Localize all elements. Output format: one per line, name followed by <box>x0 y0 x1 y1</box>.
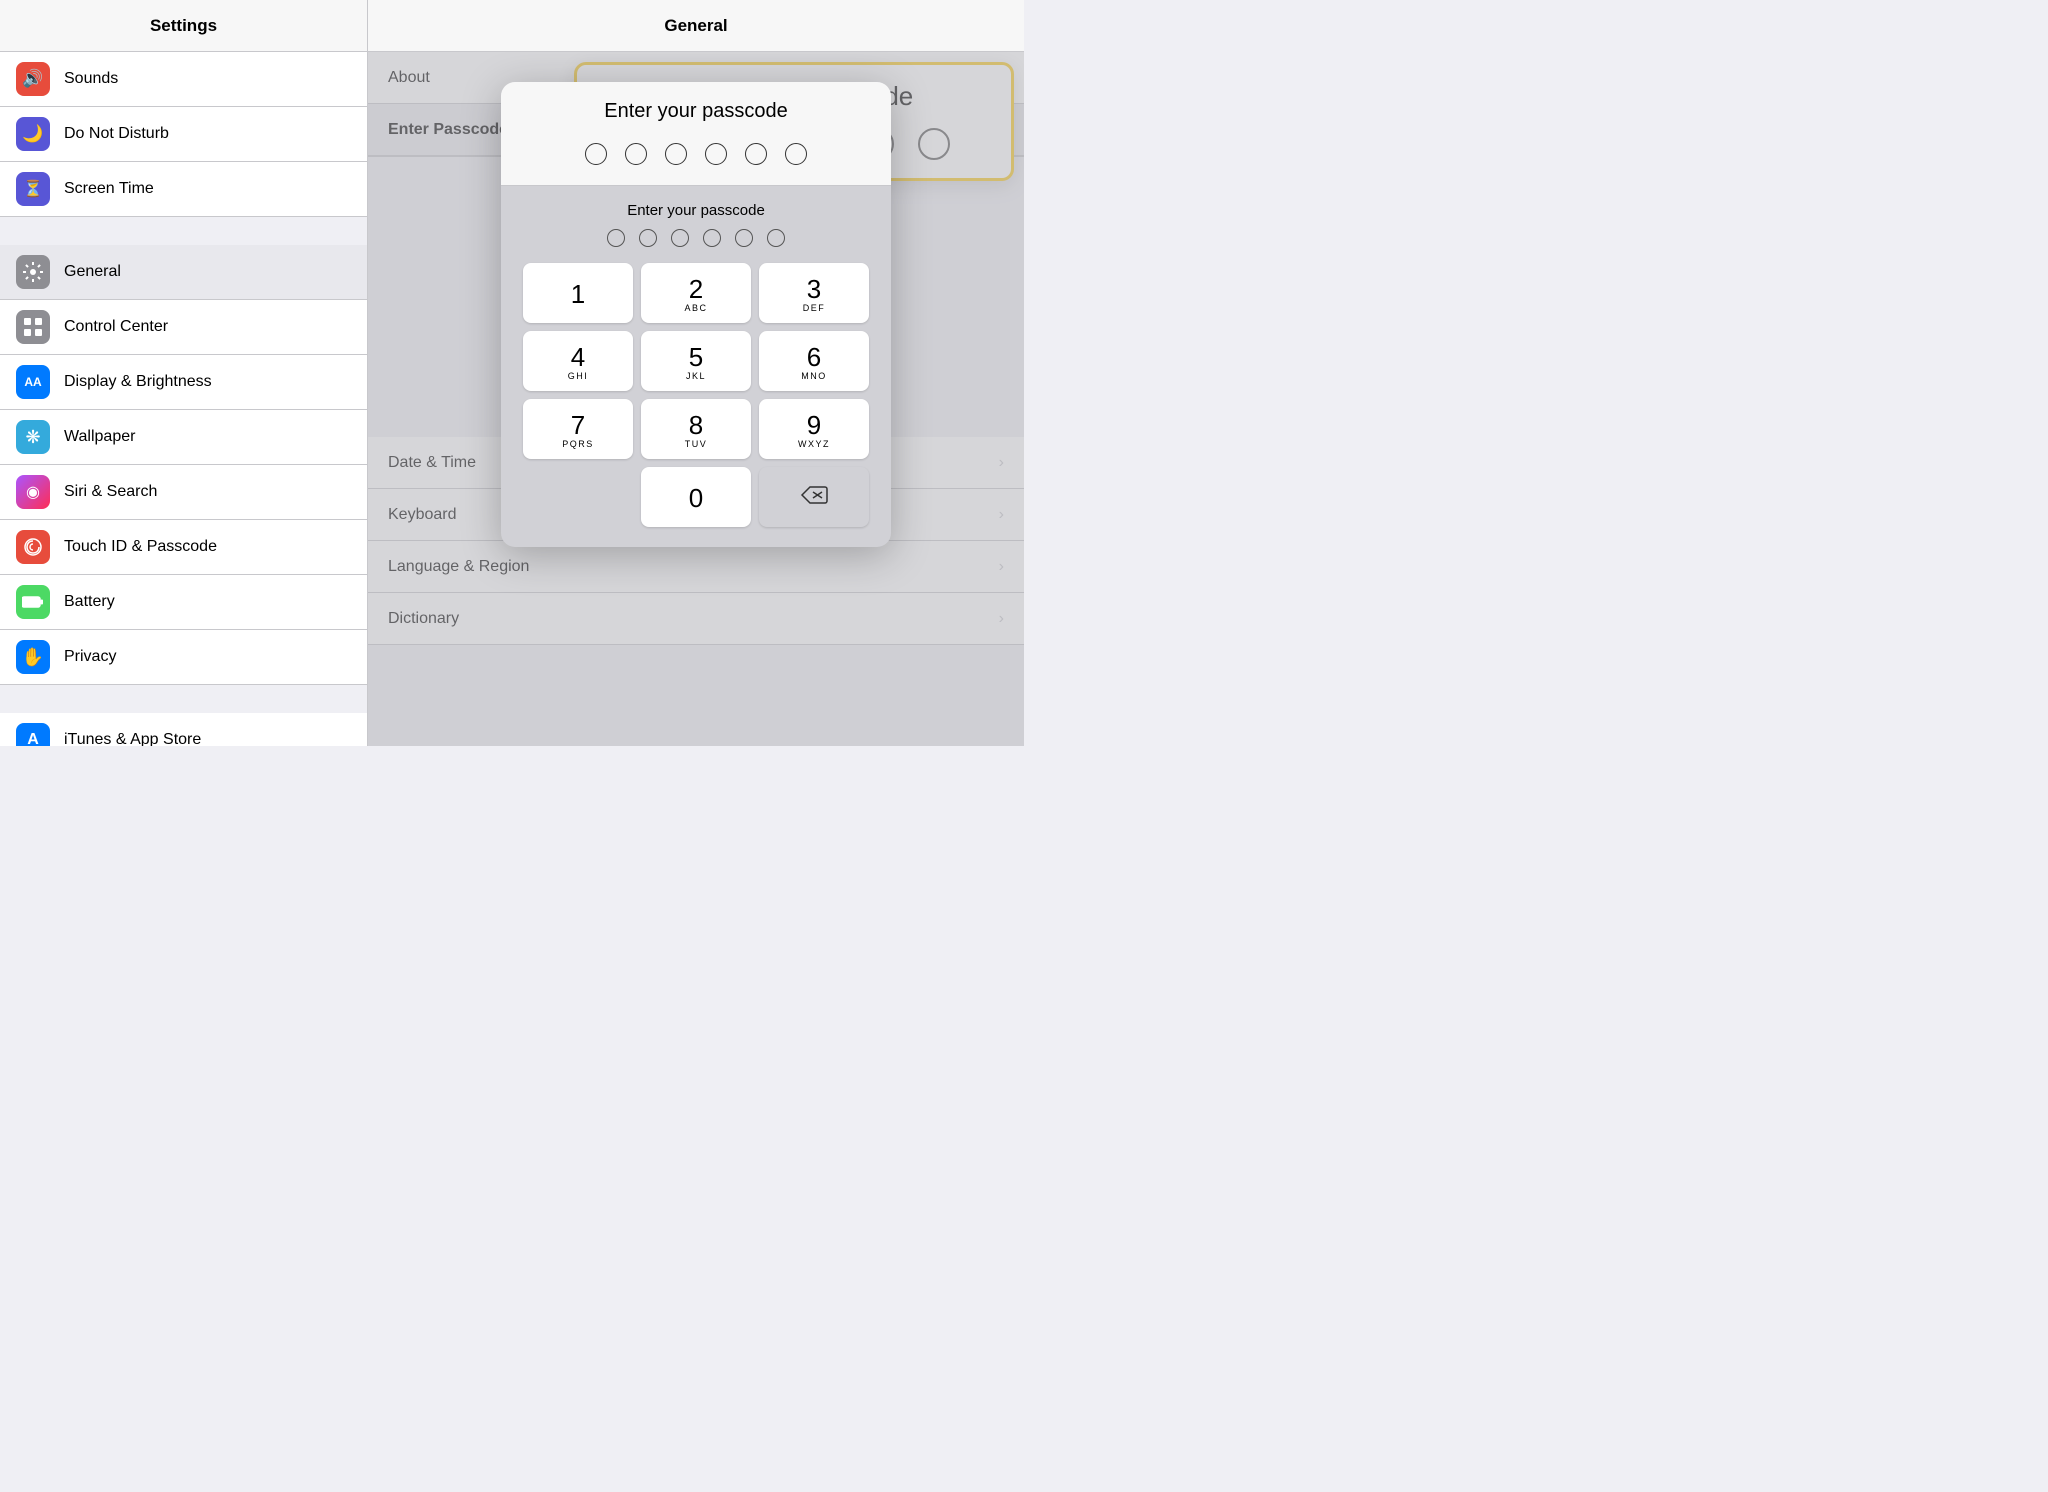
header: Settings General <box>0 0 1024 52</box>
passcode-dot-sm-2 <box>639 229 657 247</box>
passcode-dot-4 <box>705 143 727 165</box>
itunes-label: iTunes & App Store <box>64 731 201 746</box>
numpad-key-9[interactable]: 9 WXYZ <box>759 399 869 459</box>
key-letters-7: PQRS <box>562 439 594 449</box>
passcode-dot-6 <box>785 143 807 165</box>
privacy-icon: ✋ <box>16 640 50 674</box>
passcode-dot-3 <box>665 143 687 165</box>
passcode-modal-header: Enter your passcode <box>501 82 891 186</box>
numpad: 1 2 ABC 3 DEF <box>515 263 877 537</box>
passcode-modal[interactable]: Enter your passcode Enter your passcode <box>501 82 891 547</box>
battery-icon <box>16 585 50 619</box>
key-letters-6: MNO <box>801 371 827 381</box>
settings-header: Settings <box>0 0 368 51</box>
control-center-label: Control Center <box>64 318 168 336</box>
key-num-5: 5 <box>689 344 703 370</box>
right-panel: About › Enter Passcode › Date & Time › K… <box>368 52 1024 746</box>
key-num-9: 9 <box>807 412 821 438</box>
passcode-modal-body: Enter your passcode 1 <box>501 186 891 547</box>
privacy-label: Privacy <box>64 648 116 666</box>
numpad-key-8[interactable]: 8 TUV <box>641 399 751 459</box>
display-label: Display & Brightness <box>64 373 212 391</box>
sidebar-item-general[interactable]: General <box>0 245 367 300</box>
sidebar-item-sounds[interactable]: 🔊 Sounds <box>0 52 367 107</box>
passcode-dot-5 <box>745 143 767 165</box>
passcode-dot-sm-4 <box>703 229 721 247</box>
control-center-icon <box>16 310 50 344</box>
passcode-overlay: Enter your passcode Enter your passcode <box>368 52 1024 746</box>
general-label: General <box>64 263 121 281</box>
numpad-key-3[interactable]: 3 DEF <box>759 263 869 323</box>
numpad-key-4[interactable]: 4 GHI <box>523 331 633 391</box>
passcode-dot-sm-6 <box>767 229 785 247</box>
general-icon <box>16 255 50 289</box>
numpad-key-empty <box>523 467 633 527</box>
battery-label: Battery <box>64 593 115 611</box>
main-content: 🔊 Sounds 🌙 Do Not Disturb ⏳ Screen Time <box>0 52 1024 746</box>
key-letters-3: DEF <box>803 303 826 313</box>
passcode-dots-small <box>515 229 877 247</box>
general-header: General <box>368 0 1024 51</box>
sidebar-item-privacy[interactable]: ✋ Privacy <box>0 630 367 685</box>
numpad-key-2[interactable]: 2 ABC <box>641 263 751 323</box>
passcode-dot-sm-5 <box>735 229 753 247</box>
key-letters-9: WXYZ <box>798 439 830 449</box>
numpad-key-0[interactable]: 0 <box>641 467 751 527</box>
passcode-dot-sm-1 <box>607 229 625 247</box>
sounds-icon: 🔊 <box>16 62 50 96</box>
sidebar-item-touch-id[interactable]: Touch ID & Passcode <box>0 520 367 575</box>
sidebar-item-control-center[interactable]: Control Center <box>0 300 367 355</box>
sidebar-item-display[interactable]: AA Display & Brightness <box>0 355 367 410</box>
screen-time-label: Screen Time <box>64 180 154 198</box>
key-num-3: 3 <box>807 276 821 302</box>
key-letters-5: JKL <box>686 371 706 381</box>
key-letters-4: GHI <box>568 371 589 381</box>
passcode-body-label: Enter your passcode <box>515 202 877 219</box>
sidebar-item-siri[interactable]: ◉ Siri & Search <box>0 465 367 520</box>
delete-icon <box>800 485 828 511</box>
key-letters-8: TUV <box>685 439 708 449</box>
key-num-8: 8 <box>689 412 703 438</box>
sidebar-divider-1 <box>0 217 367 245</box>
numpad-key-6[interactable]: 6 MNO <box>759 331 869 391</box>
general-title: General <box>664 16 727 36</box>
screen-time-icon: ⏳ <box>16 172 50 206</box>
sidebar: 🔊 Sounds 🌙 Do Not Disturb ⏳ Screen Time <box>0 52 368 746</box>
sidebar-item-screen-time[interactable]: ⏳ Screen Time <box>0 162 367 217</box>
sidebar-item-wallpaper[interactable]: ❋ Wallpaper <box>0 410 367 465</box>
wallpaper-label: Wallpaper <box>64 428 135 446</box>
siri-label: Siri & Search <box>64 483 157 501</box>
sidebar-item-battery[interactable]: Battery <box>0 575 367 630</box>
do-not-disturb-label: Do Not Disturb <box>64 125 169 143</box>
passcode-dot-1 <box>585 143 607 165</box>
touch-id-label: Touch ID & Passcode <box>64 538 217 556</box>
numpad-key-delete[interactable] <box>759 467 869 527</box>
numpad-key-1[interactable]: 1 <box>523 263 633 323</box>
key-num-0: 0 <box>689 485 703 511</box>
key-num-1: 1 <box>571 281 585 307</box>
sounds-label: Sounds <box>64 70 118 88</box>
key-letters-2: ABC <box>684 303 707 313</box>
wallpaper-icon: ❋ <box>16 420 50 454</box>
touch-id-icon <box>16 530 50 564</box>
passcode-dot-2 <box>625 143 647 165</box>
key-num-2: 2 <box>689 276 703 302</box>
numpad-key-5[interactable]: 5 JKL <box>641 331 751 391</box>
display-icon: AA <box>16 365 50 399</box>
key-num-4: 4 <box>571 344 585 370</box>
key-num-7: 7 <box>571 412 585 438</box>
sidebar-item-do-not-disturb[interactable]: 🌙 Do Not Disturb <box>0 107 367 162</box>
passcode-dot-sm-3 <box>671 229 689 247</box>
numpad-key-7[interactable]: 7 PQRS <box>523 399 633 459</box>
settings-title: Settings <box>150 16 217 36</box>
siri-icon: ◉ <box>16 475 50 509</box>
passcode-modal-title: Enter your passcode <box>521 100 871 123</box>
sidebar-divider-2 <box>0 685 367 713</box>
itunes-icon: A <box>16 723 50 746</box>
do-not-disturb-icon: 🌙 <box>16 117 50 151</box>
sidebar-item-itunes[interactable]: A iTunes & App Store <box>0 713 367 746</box>
passcode-dots-large <box>521 137 871 171</box>
key-num-6: 6 <box>807 344 821 370</box>
